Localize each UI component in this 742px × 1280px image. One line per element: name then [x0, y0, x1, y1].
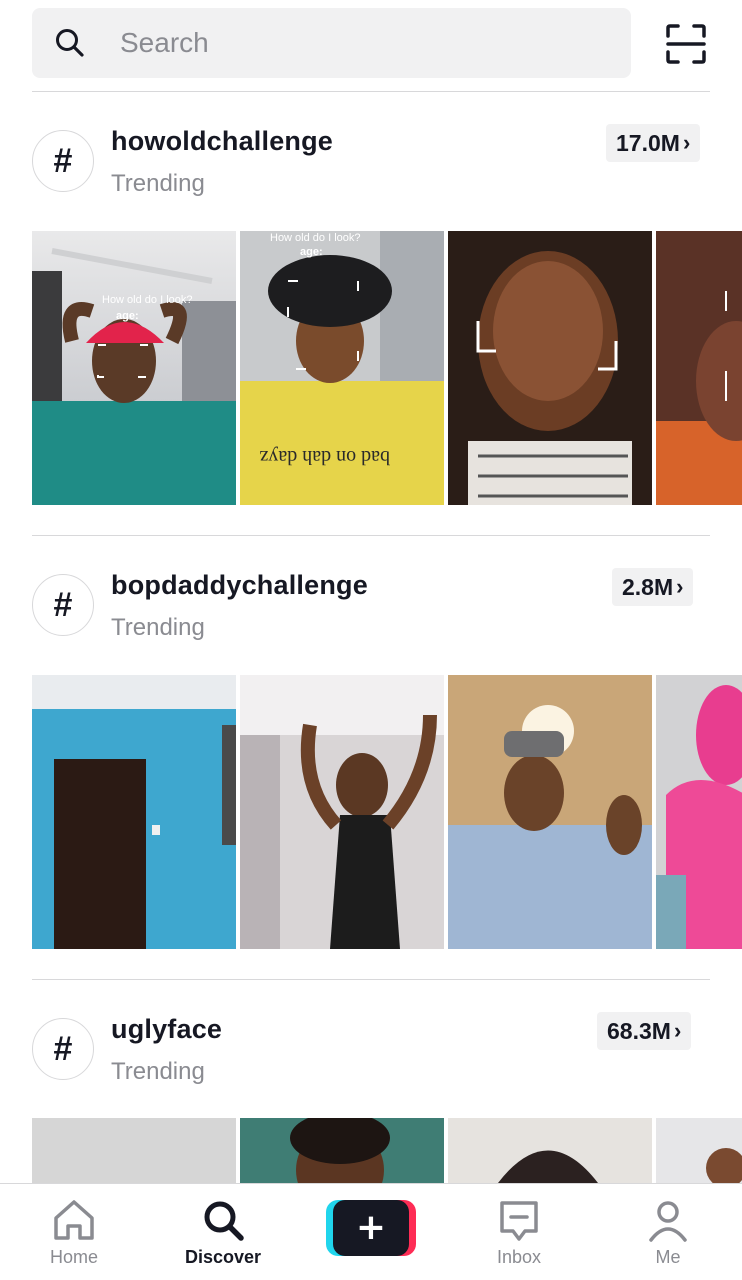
- plus-icon: +: [356, 1207, 386, 1248]
- inbox-icon: [500, 1201, 538, 1241]
- video-thumbnails-row: [32, 1118, 742, 1183]
- chevron-right-icon: ›: [673, 1018, 682, 1043]
- nav-home-label: Home: [49, 1247, 98, 1267]
- nav-discover-label: Discover: [184, 1247, 262, 1267]
- hashtag-section-uglyface[interactable]: # uglyface Trending 68.3M ›: [0, 0, 742, 1183]
- nav-home[interactable]: Home: [19, 1184, 129, 1280]
- create-button[interactable]: +: [326, 1200, 416, 1256]
- video-thumbnail[interactable]: [656, 1118, 742, 1183]
- view-count-button[interactable]: 68.3M ›: [597, 1012, 692, 1050]
- nav-inbox-label: Inbox: [496, 1247, 542, 1267]
- bottom-navigation: Home Discover + Inbox Me: [0, 1183, 742, 1280]
- hashtag-icon: #: [32, 1018, 94, 1080]
- hashtag-title[interactable]: uglyface: [111, 1014, 222, 1045]
- home-icon: [54, 1200, 94, 1240]
- nav-inbox[interactable]: Inbox: [464, 1184, 574, 1280]
- video-thumbnail[interactable]: [448, 1118, 652, 1183]
- nav-me-label: Me: [655, 1247, 681, 1267]
- view-count: 68.3M: [607, 1017, 671, 1044]
- video-thumbnail[interactable]: [32, 1118, 236, 1183]
- nav-me[interactable]: Me: [613, 1184, 723, 1280]
- nav-discover[interactable]: Discover: [168, 1184, 278, 1280]
- profile-icon: [649, 1201, 687, 1242]
- search-icon: [204, 1201, 244, 1241]
- video-thumbnail[interactable]: [240, 1118, 444, 1183]
- hashtag-subtitle: Trending: [111, 1058, 205, 1085]
